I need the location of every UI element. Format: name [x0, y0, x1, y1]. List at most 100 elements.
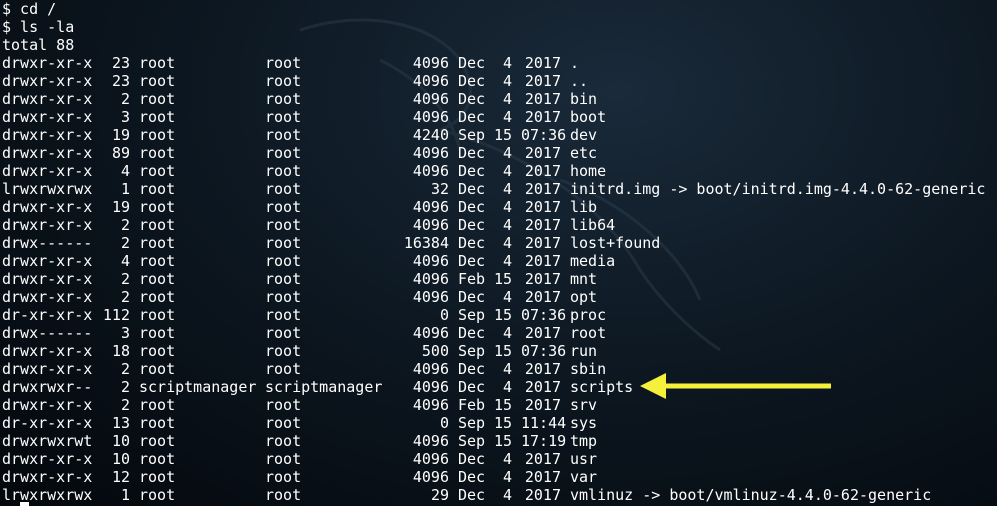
column-spacer	[561, 468, 570, 486]
filename-cell: bin	[570, 90, 598, 108]
filename-cell: home	[570, 162, 607, 180]
column-spacer	[449, 378, 458, 396]
day-cell: 4	[502, 234, 512, 252]
month-cell: Dec	[458, 360, 486, 378]
column-spacer	[561, 54, 570, 72]
day-cell: 4	[502, 324, 512, 342]
permissions-cell: lrwxrwxrwx	[2, 180, 93, 198]
column-spacer	[449, 108, 458, 126]
links-cell: 2	[120, 396, 130, 414]
column-spacer	[449, 486, 458, 504]
size-cell: 16384	[403, 234, 449, 252]
column-spacer	[449, 432, 458, 450]
month-cell: Dec	[458, 234, 486, 252]
time-cell: 2017	[524, 216, 561, 234]
permissions-cell: drwxr-xr-x	[2, 144, 93, 162]
month-cell: Sep	[458, 432, 486, 450]
column-spacer	[561, 324, 570, 342]
permissions-cell: drwxr-xr-x	[2, 198, 93, 216]
column-spacer	[449, 396, 458, 414]
size-cell: 0	[439, 414, 449, 432]
permissions-cell: drwx------	[2, 234, 93, 252]
column-spacer	[561, 306, 570, 324]
column-spacer	[130, 54, 139, 72]
column-spacer	[561, 360, 570, 378]
size-cell: 4096	[412, 432, 449, 450]
time-cell: 2017	[524, 234, 561, 252]
group-cell: root	[265, 468, 302, 486]
links-cell: 3	[120, 324, 130, 342]
day-cell: 4	[502, 144, 512, 162]
owner-cell: root	[139, 396, 176, 414]
filename-cell: run	[570, 342, 598, 360]
links-cell: 2	[120, 378, 130, 396]
group-cell: root	[265, 144, 302, 162]
permissions-cell: drwxr-xr-x	[2, 126, 93, 144]
links-cell: 2	[120, 90, 130, 108]
listing-row: drwxr-xr-x 10 root root 4096 Dec 4 2017 usr	[2, 450, 992, 468]
listing-row: drwxr-xr-x 2 root root 4096 Dec 4 2017 sbin	[2, 360, 992, 378]
column-spacer	[512, 414, 521, 432]
owner-cell: root	[139, 198, 176, 216]
column-spacer	[449, 342, 458, 360]
column-spacer	[561, 108, 570, 126]
permissions-cell: drwxr-xr-x	[2, 450, 93, 468]
filename-cell: srv	[570, 396, 598, 414]
day-cell: 15	[494, 414, 513, 432]
day-cell: 4	[502, 216, 512, 234]
month-cell: Sep	[458, 414, 486, 432]
column-spacer	[449, 162, 458, 180]
column-spacer	[130, 90, 139, 108]
day-cell: 4	[502, 54, 512, 72]
group-cell: root	[265, 234, 302, 252]
month-cell: Dec	[458, 450, 486, 468]
group-cell: root	[265, 54, 302, 72]
group-cell: root	[265, 432, 302, 450]
column-spacer	[561, 90, 570, 108]
month-cell: Sep	[458, 306, 486, 324]
month-cell: Dec	[458, 324, 486, 342]
column-spacer	[130, 108, 139, 126]
time-cell: 2017	[524, 54, 561, 72]
size-cell: 4096	[412, 360, 449, 378]
month-cell: Dec	[458, 162, 486, 180]
group-cell: root	[265, 324, 302, 342]
permissions-cell: drwxr-xr-x	[2, 216, 93, 234]
listing-row: dr-xr-xr-x 112 root root 0 Sep 15 07:36 proc	[2, 306, 992, 324]
column-spacer	[130, 306, 139, 324]
column-spacer	[561, 486, 570, 504]
links-cell: 19	[111, 198, 130, 216]
month-cell: Dec	[458, 216, 486, 234]
links-cell: 13	[111, 414, 130, 432]
month-cell: Dec	[458, 252, 486, 270]
owner-cell: root	[139, 360, 176, 378]
listing-row: drwxr-xr-x 4 root root 4096 Dec 4 2017 media	[2, 252, 992, 270]
permissions-cell: drwxr-xr-x	[2, 72, 93, 90]
time-cell: 11:44	[521, 414, 567, 432]
month-cell: Dec	[458, 288, 486, 306]
column-spacer	[561, 126, 570, 144]
month-cell: Feb	[458, 270, 486, 288]
filename-cell: opt	[570, 288, 598, 306]
terminal-cursor	[20, 502, 29, 506]
time-cell: 2017	[524, 162, 561, 180]
filename-cell: ..	[570, 72, 589, 90]
month-cell: Sep	[458, 342, 486, 360]
day-cell: 4	[502, 288, 512, 306]
column-spacer	[512, 144, 521, 162]
size-cell: 4096	[412, 216, 449, 234]
column-spacer	[130, 378, 139, 396]
group-cell: root	[265, 108, 302, 126]
links-cell: 2	[120, 288, 130, 306]
column-spacer	[130, 342, 139, 360]
filename-cell: etc	[570, 144, 598, 162]
column-spacer	[512, 324, 521, 342]
time-cell: 2017	[524, 378, 561, 396]
listing-row: drwxr-xr-x 12 root root 4096 Dec 4 2017 var	[2, 468, 992, 486]
filename-cell: sys	[570, 414, 598, 432]
column-spacer	[130, 324, 139, 342]
total-line: total 88	[2, 36, 75, 54]
permissions-cell: drwxr-xr-x	[2, 468, 93, 486]
column-spacer	[561, 180, 570, 198]
time-cell: 2017	[524, 252, 561, 270]
